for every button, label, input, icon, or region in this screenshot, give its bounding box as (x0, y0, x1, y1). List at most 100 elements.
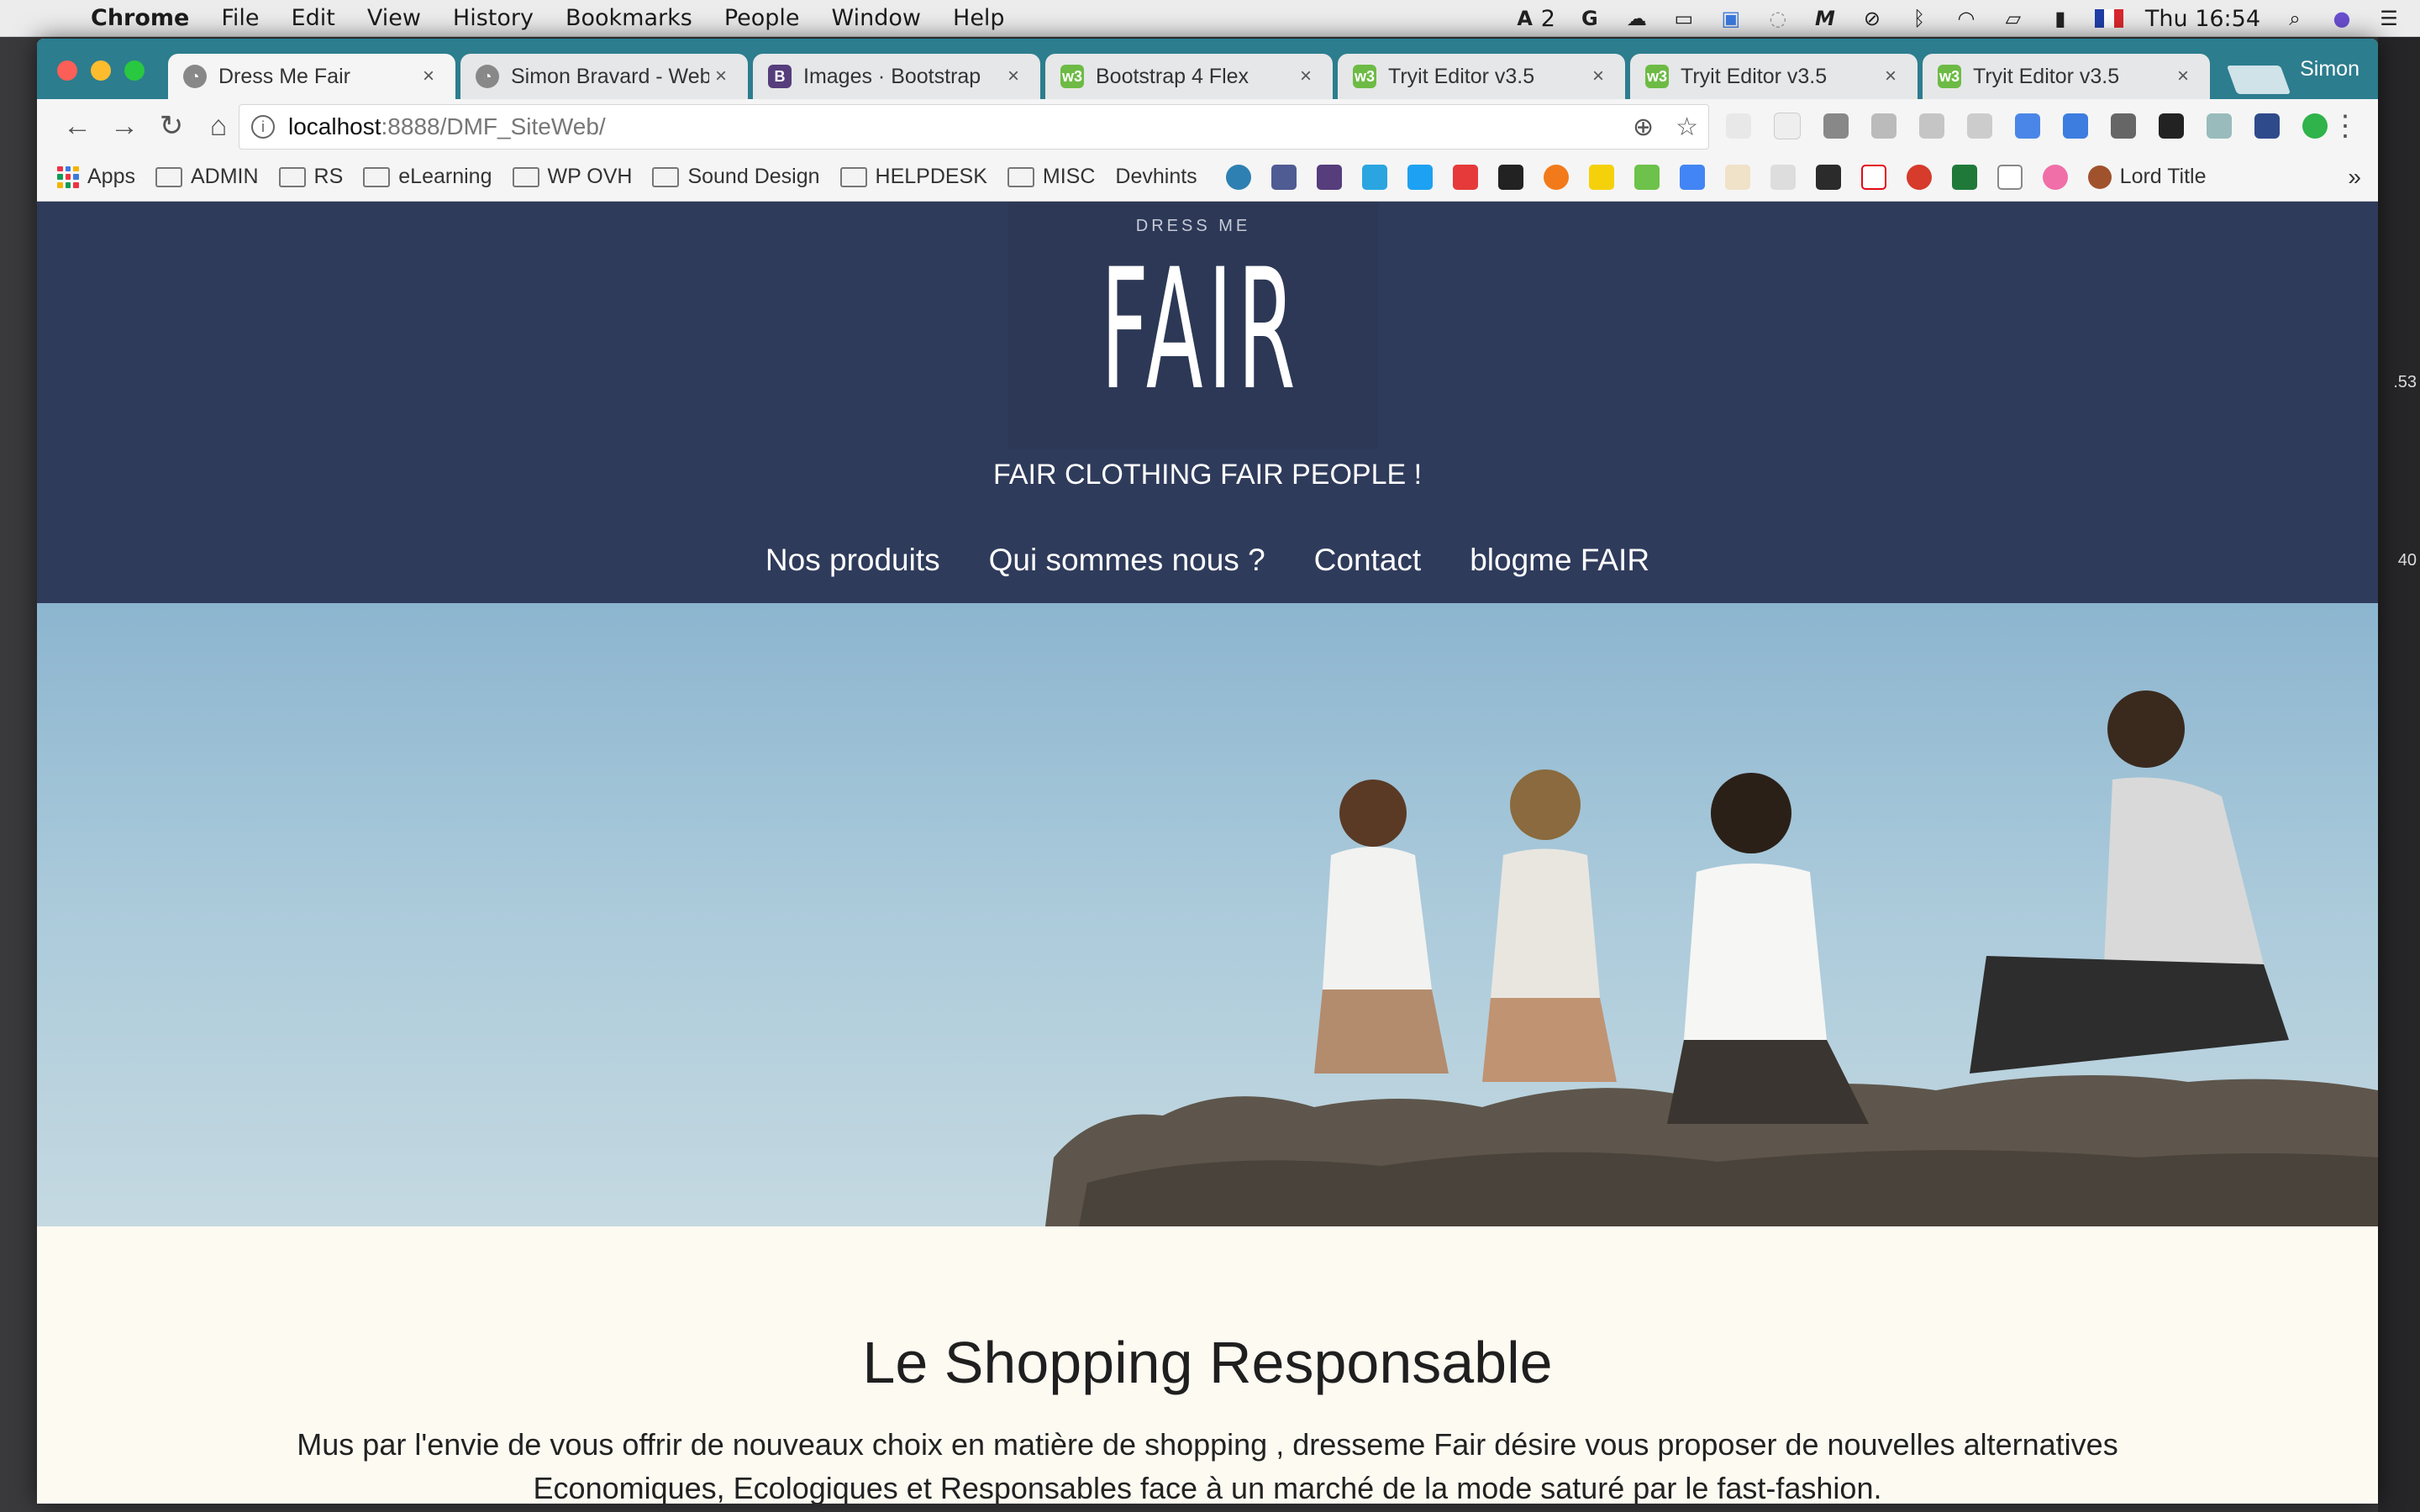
forward-arrow-icon[interactable]: → (101, 102, 148, 150)
siri-icon[interactable]: ● (2329, 7, 2354, 30)
wordpress-icon[interactable] (1225, 164, 1251, 190)
extension-drive-icon[interactable] (1871, 113, 1897, 139)
netflix-icon[interactable] (1860, 164, 1886, 190)
tab-tryit-editor-1[interactable]: w3 Tryit Editor v3.5 × (1338, 54, 1625, 99)
minimize-window-button[interactable] (91, 60, 111, 81)
blank-page-icon[interactable] (1996, 164, 2023, 190)
php-icon[interactable] (1270, 164, 1297, 190)
address-bar[interactable]: i localhost :8888/DMF_SiteWeb/ ⊕ ☆ (239, 104, 1709, 150)
do-not-disturb-icon[interactable]: ⊘ (1860, 7, 1885, 30)
docs-icon[interactable] (1679, 164, 1705, 190)
bookmark-folder-misc[interactable]: MISC (1007, 165, 1095, 189)
menu-clock[interactable]: Thu 16:54 (2145, 6, 2260, 32)
menu-people[interactable]: People (724, 5, 800, 31)
nav-link-blogme-fair[interactable]: blogme FAIR (1470, 543, 1649, 578)
drive-icon[interactable]: ▣ (1718, 7, 1744, 30)
tab-tryit-editor-3[interactable]: w3 Tryit Editor v3.5 × (1923, 54, 2210, 99)
cloud-upload-icon[interactable]: ☁ (1624, 7, 1649, 30)
site-logo[interactable]: DRESS ME FAIR (1008, 202, 1378, 449)
new-tab-button[interactable] (2226, 66, 2291, 94)
extension-horse-icon[interactable] (2159, 113, 2184, 139)
battery-icon[interactable]: ▮ (2048, 7, 2073, 30)
orange-circle-icon[interactable] (1543, 164, 1569, 190)
wr-icon[interactable] (1724, 164, 1750, 190)
menu-app-name[interactable]: Chrome (91, 5, 189, 31)
profile-button[interactable]: Simon (2300, 57, 2360, 81)
menu-window[interactable]: Window (832, 5, 921, 31)
bootstrap-icon[interactable] (1316, 164, 1342, 190)
close-tab-icon[interactable]: × (1002, 65, 1025, 88)
extension-eyedropper-icon[interactable] (2207, 113, 2232, 139)
menu-edit[interactable]: Edit (292, 5, 335, 31)
dark-card-icon[interactable] (1815, 164, 1841, 190)
bookmark-star-icon[interactable]: ☆ (1676, 113, 1698, 142)
back-arrow-icon[interactable]: ← (54, 102, 101, 150)
green-leaf-icon[interactable] (1634, 164, 1660, 190)
extension-window-icon[interactable] (2063, 113, 2088, 139)
close-tab-icon[interactable]: × (1879, 65, 1902, 88)
chrome-menu-icon[interactable]: ⋮ (2331, 109, 2360, 143)
close-tab-icon[interactable]: × (1586, 65, 1610, 88)
zoom-window-button[interactable] (124, 60, 145, 81)
bookmark-apps[interactable]: Apps (57, 165, 135, 189)
extension-v-icon[interactable] (1726, 113, 1751, 139)
pink-swirl-icon[interactable] (2042, 164, 2068, 190)
tab-dress-me-fair[interactable]: ◔ Dress Me Fair × (168, 54, 455, 99)
twitter-bird-icon[interactable] (1407, 164, 1433, 190)
yellow-pen-icon[interactable] (1588, 164, 1614, 190)
bookmark-folder-wp-ovh[interactable]: WP OVH (512, 165, 632, 189)
nav-link-qui-sommes-nous[interactable]: Qui sommes nous ? (989, 543, 1265, 578)
extension-bulb-icon[interactable] (1823, 113, 1849, 139)
extension-translate-icon[interactable] (2015, 113, 2040, 139)
zoom-icon[interactable]: ⊕ (1633, 113, 1654, 142)
spinner-icon[interactable]: ◌ (1765, 7, 1791, 30)
input-source-flag-icon[interactable] (2094, 9, 2123, 28)
menu-help[interactable]: Help (953, 5, 1005, 31)
tab-images-bootstrap[interactable]: B Images · Bootstrap × (753, 54, 1040, 99)
bookmark-folder-helpdesk[interactable]: HELPDESK (839, 165, 987, 189)
menu-history[interactable]: History (453, 5, 534, 31)
extension-chart-icon[interactable] (1967, 113, 1992, 139)
home-icon[interactable]: ⌂ (195, 102, 242, 150)
grammarly-icon[interactable]: G (1577, 7, 1602, 30)
close-tab-icon[interactable]: × (709, 65, 733, 88)
nav-link-contact[interactable]: Contact (1314, 543, 1422, 578)
menu-view[interactable]: View (367, 5, 421, 31)
extension-snowflake-icon[interactable] (2254, 113, 2280, 139)
tab-bootstrap-flex[interactable]: w3 Bootstrap 4 Flex × (1045, 54, 1333, 99)
extension-m-icon[interactable] (1774, 113, 1801, 139)
reload-icon[interactable]: ↻ (148, 102, 195, 150)
red-ball-icon[interactable] (1906, 164, 1932, 190)
bookmark-folder-sound-design[interactable]: Sound Design (652, 165, 820, 189)
nav-link-nos-produits[interactable]: Nos produits (765, 543, 940, 578)
close-tab-icon[interactable]: × (417, 65, 440, 88)
site-info-icon[interactable]: i (251, 115, 275, 139)
extension-evernote-icon[interactable] (2111, 113, 2136, 139)
we-icon[interactable] (1497, 164, 1523, 190)
mail-m-icon[interactable]: M (1812, 7, 1838, 30)
spotlight-search-icon[interactable]: ⌕ (2282, 7, 2307, 30)
tab-tryit-editor-2[interactable]: w3 Tryit Editor v3.5 × (1630, 54, 1918, 99)
notification-center-icon[interactable]: ☰ (2376, 7, 2402, 30)
close-window-button[interactable] (57, 60, 77, 81)
display-icon[interactable]: ▭ (1671, 7, 1697, 30)
bookmark-folder-rs[interactable]: RS (278, 165, 343, 189)
bookmark-devhints[interactable]: Devhints (37, 165, 1197, 338)
adobe-icon[interactable]: A (1512, 7, 1538, 30)
tab-simon-bravard[interactable]: ◔ Simon Bravard - Web × (460, 54, 748, 99)
extension-check-icon[interactable] (2302, 113, 2328, 139)
extension-dropbox-icon[interactable] (1919, 113, 1944, 139)
airplay-icon[interactable]: ▱ (2001, 7, 2026, 30)
menu-bookmarks[interactable]: Bookmarks (566, 5, 692, 31)
green-book-icon[interactable] (1951, 164, 1977, 190)
wifi-icon[interactable]: ◠ (1954, 7, 1979, 30)
m-icon[interactable] (1361, 164, 1387, 190)
menu-file[interactable]: File (221, 5, 259, 31)
bookmark-lord-title[interactable]: Lord Title (2087, 165, 2207, 189)
bookmark-folder-admin[interactable]: ADMIN (155, 165, 259, 189)
bluetooth-icon[interactable]: ᛒ (1907, 7, 1932, 30)
close-tab-icon[interactable]: × (2171, 65, 2195, 88)
bookmarks-overflow-chevron-icon[interactable]: » (2348, 164, 2361, 191)
bookmark-folder-elearning[interactable]: eLearning (363, 165, 492, 189)
img-icon[interactable] (1770, 164, 1796, 190)
